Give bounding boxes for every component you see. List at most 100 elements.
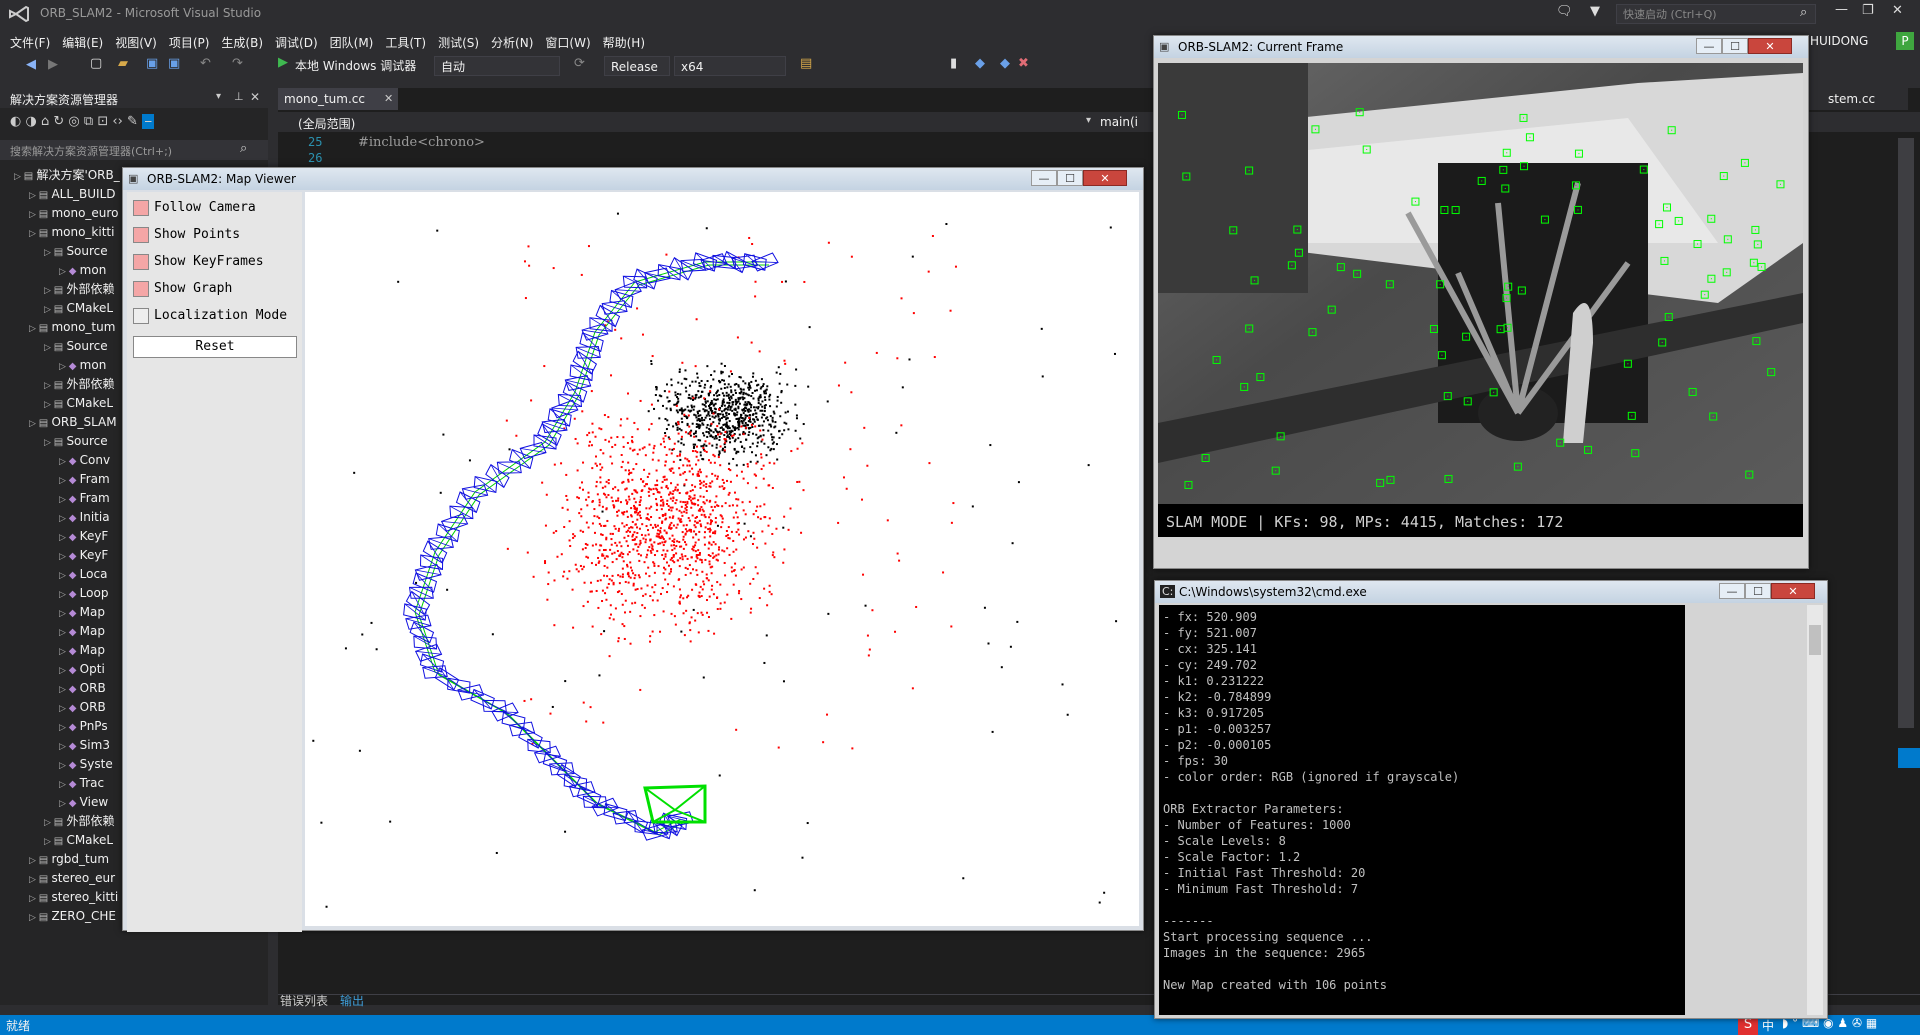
error-list-tab[interactable]: 错误列表	[280, 992, 328, 1009]
tree-item[interactable]: ▷ ◆ KeyF	[59, 527, 108, 546]
save-icon[interactable]: ▣	[146, 56, 158, 71]
tree-item[interactable]: ▷ ▤ Source	[44, 242, 108, 261]
expand-arrow-icon[interactable]: ▷	[44, 400, 54, 410]
expand-arrow-icon[interactable]: ▷	[59, 723, 69, 733]
menu-item[interactable]: 团队(M)	[330, 36, 374, 50]
expand-arrow-icon[interactable]: ▷	[59, 552, 69, 562]
debug-mode-dropdown[interactable]: 自动	[434, 56, 560, 76]
expand-arrow-icon[interactable]: ▷	[29, 875, 39, 885]
expand-arrow-icon[interactable]: ▷	[59, 514, 69, 524]
expand-arrow-icon[interactable]: ▷	[44, 438, 54, 448]
tree-item[interactable]: ▷ ◆ Fram	[59, 470, 110, 489]
open-file-icon[interactable]: ▰	[118, 56, 128, 71]
close-button[interactable]: ✕	[1748, 38, 1792, 54]
menu-item[interactable]: 文件(F)	[10, 36, 50, 50]
forward-icon[interactable]: ▶	[48, 57, 58, 72]
new-file-icon[interactable]: ▢	[90, 56, 102, 71]
show-keyframes-checkbox[interactable]	[133, 253, 149, 270]
expand-arrow-icon[interactable]: ▷	[59, 457, 69, 467]
expand-arrow-icon[interactable]: ▷	[59, 571, 69, 581]
search-icon[interactable]: ⌕	[240, 141, 247, 156]
expand-arrow-icon[interactable]: ▷	[59, 704, 69, 714]
tree-item[interactable]: ▷ ▤ ORB_SLAM	[29, 413, 117, 432]
tree-item[interactable]: ▷ ◆ ORB	[59, 679, 106, 698]
expand-arrow-icon[interactable]: ▷	[59, 761, 69, 771]
search-icon[interactable]: ⌕	[1800, 5, 1807, 20]
cmd-title-bar[interactable]: C: C:\Windows\system32\cmd.exe — ☐ ✕	[1155, 581, 1827, 603]
expand-arrow-icon[interactable]: ▷	[29, 913, 39, 923]
expand-arrow-icon[interactable]: ▷	[59, 533, 69, 543]
tree-item[interactable]: ▷ ◆ Conv	[59, 451, 110, 470]
expand-arrow-icon[interactable]: ▷	[59, 799, 69, 809]
member-dropdown[interactable]: main(i	[1100, 115, 1138, 129]
expand-arrow-icon[interactable]: ▷	[29, 229, 39, 239]
tree-item[interactable]: ▷ ◆ Fram	[59, 489, 110, 508]
tree-item[interactable]: ▷ ▤ stereo_eur	[29, 869, 115, 888]
current-frame-title-bar[interactable]: ▣ ORB-SLAM2: Current Frame — ☐ ✕	[1154, 36, 1808, 58]
expand-arrow-icon[interactable]: ▷	[29, 419, 39, 429]
tree-item[interactable]: ▷ ▤ mono_tum	[29, 318, 115, 337]
menu-item[interactable]: 视图(V)	[115, 36, 157, 50]
notification-icon[interactable]: 🗨	[1556, 4, 1573, 19]
redo-icon[interactable]: ↷	[232, 56, 243, 71]
minimize-button[interactable]: —	[1835, 2, 1848, 17]
quick-launch-input[interactable]: 快速启动 (Ctrl+Q)	[1616, 4, 1816, 24]
show-points-option[interactable]: Show Points	[133, 225, 240, 245]
tree-item[interactable]: ▷ ▤ 外部依赖	[44, 280, 114, 299]
tree-item[interactable]: ▷ ◆ Map	[59, 603, 105, 622]
tree-item[interactable]: ▷ ▤ mono_euro	[29, 204, 118, 223]
expand-arrow-icon[interactable]: ▷	[44, 343, 54, 353]
tree-item[interactable]: ▷ ◆ Map	[59, 641, 105, 660]
follow-camera-option[interactable]: Follow Camera	[133, 198, 256, 218]
dropdown-icon[interactable]: ▾	[216, 91, 221, 102]
show-graph-checkbox[interactable]	[133, 280, 149, 297]
follow-camera-checkbox[interactable]	[133, 199, 149, 216]
solution-search-input[interactable]: 搜索解决方案资源管理器(Ctrl+;)	[10, 143, 172, 159]
show-graph-option[interactable]: Show Graph	[133, 279, 232, 299]
menu-item[interactable]: 帮助(H)	[603, 36, 645, 50]
home-icon[interactable]: ⌂	[41, 114, 49, 129]
expand-arrow-icon[interactable]: ▷	[29, 324, 39, 334]
tree-item[interactable]: ▷ ◆ Opti	[59, 660, 105, 679]
undo-icon[interactable]: ↶	[200, 56, 211, 71]
tree-item[interactable]: ▷ ◆ Sim3	[59, 736, 110, 755]
reset-button[interactable]: Reset	[133, 336, 297, 358]
collapse-icon[interactable]: ⧉	[84, 114, 93, 129]
tree-item[interactable]: ▷ ◆ mon	[59, 261, 106, 280]
tree-item[interactable]: ▷ ▤ 外部依赖	[44, 375, 114, 394]
maximize-button[interactable]: ☐	[1745, 583, 1771, 599]
menu-item[interactable]: 工具(T)	[385, 36, 426, 50]
editor-tab-right[interactable]: stem.cc	[1828, 92, 1875, 106]
expand-arrow-icon[interactable]: ▷	[59, 685, 69, 695]
maximize-button[interactable]: ☐	[1057, 170, 1083, 186]
tree-item[interactable]: ▷ ◆ KeyF	[59, 546, 108, 565]
expand-arrow-icon[interactable]: ▷	[44, 286, 54, 296]
expand-arrow-icon[interactable]: ▷	[59, 628, 69, 638]
expand-arrow-icon[interactable]: ▷	[59, 495, 69, 505]
scope-chevron-icon[interactable]: ▾	[1086, 115, 1091, 126]
start-debug-icon[interactable]: ▶	[278, 55, 288, 70]
tree-item[interactable]: ▷ ▤ CMakeL	[44, 299, 113, 318]
localization-mode-checkbox[interactable]	[133, 307, 149, 324]
tree-item[interactable]: ▷ ▤ Source	[44, 337, 108, 356]
code-icon[interactable]: ‹›	[112, 114, 122, 129]
tree-item[interactable]: ▷ ▤ ALL_BUILD	[29, 185, 116, 204]
tree-item[interactable]: ▷ ◆ mon	[59, 356, 106, 375]
expand-arrow-icon[interactable]: ▷	[59, 267, 69, 277]
ime-mode-label[interactable]: 中	[1762, 1017, 1774, 1034]
tree-item[interactable]: ▷ ◆ Initia	[59, 508, 110, 527]
expand-arrow-icon[interactable]: ▷	[44, 837, 54, 847]
expand-arrow-icon[interactable]: ▷	[44, 818, 54, 828]
tree-item[interactable]: ▷ ▤ mono_kitti	[29, 223, 114, 242]
tree-item[interactable]: ▷ ◆ Loca	[59, 565, 107, 584]
bookmark-clear-icon[interactable]: ✖	[1018, 56, 1029, 71]
menu-item[interactable]: 项目(P)	[169, 36, 210, 50]
localization-mode-option[interactable]: Localization Mode	[133, 306, 287, 326]
preview-icon[interactable]: ⎯	[141, 114, 155, 129]
bookmark-next-icon[interactable]: ◆	[1000, 56, 1010, 71]
menu-item[interactable]: 编辑(E)	[62, 36, 103, 50]
expand-arrow-icon[interactable]: ▷	[29, 210, 39, 220]
expand-arrow-icon[interactable]: ▷	[59, 647, 69, 657]
tree-item[interactable]: ▷ ▤ 解决方案'ORB_	[14, 166, 120, 185]
configuration-dropdown[interactable]: Release	[604, 56, 670, 76]
